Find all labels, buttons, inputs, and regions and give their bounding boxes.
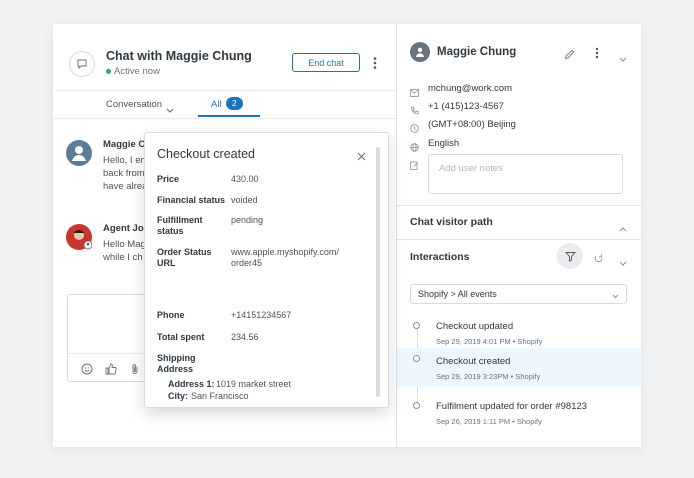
address-value: 1019 market street	[216, 379, 292, 389]
more-options-icon[interactable]	[595, 46, 599, 64]
field-label: Price	[157, 174, 180, 184]
event-filter-select[interactable]: Shopify > All events	[410, 284, 627, 304]
event-meta: Sep 26, 2019 1:11 PM • Shopify	[436, 417, 542, 426]
chevron-down-icon	[612, 291, 619, 301]
address-label: Address 1:	[168, 379, 215, 389]
event-filter-value: Shopify > All events	[418, 289, 497, 299]
popover-title: Checkout created	[157, 147, 255, 161]
globe-icon	[410, 139, 419, 157]
visitor-info-panel: Maggie Chung mchung@work.com +1 (415)123…	[397, 24, 641, 447]
visitor-avatar	[66, 140, 92, 166]
emoji-icon[interactable]	[81, 362, 93, 380]
message-author: Maggie C	[103, 139, 146, 150]
user-notes-input[interactable]: Add user notes	[428, 154, 623, 194]
note-icon	[410, 157, 419, 175]
user-avatar	[410, 42, 430, 62]
refresh-icon[interactable]	[593, 251, 604, 269]
phone-icon	[410, 102, 419, 120]
attachment-icon[interactable]	[129, 362, 141, 380]
tab-all[interactable]: All	[211, 99, 222, 110]
tab-all-count-badge: 2	[226, 97, 243, 110]
field-value: 234.56	[231, 332, 259, 342]
field-value: +14151234567	[231, 310, 292, 320]
field-label: Financial status	[157, 195, 226, 205]
event-meta: Sep 29, 2019 3:23PM • Shopify	[436, 372, 541, 381]
clock-icon	[410, 120, 419, 138]
section-title: Interactions	[410, 251, 470, 263]
end-chat-button[interactable]: End chat	[292, 53, 360, 72]
scrollbar[interactable]	[376, 147, 380, 397]
interaction-event-selected[interactable]: Checkout created Sep 29, 2019 3:23PM • S…	[397, 348, 641, 387]
field-label: Phone	[157, 310, 185, 320]
chat-status: Active now	[114, 66, 160, 77]
chat-header: Chat with Maggie Chung Active now End ch…	[53, 24, 396, 90]
field-value: 430.00	[231, 174, 259, 184]
chevron-down-icon[interactable]	[166, 101, 174, 119]
event-title: Fulfilment updated for order #98123	[436, 401, 588, 412]
timeline-dot	[413, 402, 420, 409]
event-title: Checkout updated	[436, 321, 514, 332]
field-value: voided	[231, 195, 258, 205]
field-label: Order Status URL	[157, 247, 212, 268]
section-title: Chat visitor path	[410, 216, 493, 228]
chevron-up-icon[interactable]	[619, 219, 627, 237]
online-status-icon	[106, 69, 111, 74]
message-author: Agent Jol	[103, 223, 147, 234]
visitor-phone: +1 (415)123-4567	[428, 101, 504, 112]
field-value: pending	[231, 215, 264, 225]
filter-icon[interactable]	[557, 243, 583, 269]
chevron-down-icon[interactable]	[619, 254, 627, 272]
thumbs-up-icon[interactable]	[105, 362, 117, 380]
agent-avatar	[66, 224, 93, 250]
visitor-timezone: (GMT+08:00) Beijing	[428, 119, 516, 130]
conversation-tabs: Conversation All 2	[53, 90, 396, 119]
address-value: San Francisco	[191, 391, 249, 401]
field-label: Shipping Address	[157, 353, 196, 374]
visitor-path-section[interactable]: Chat visitor path	[397, 205, 641, 240]
chevron-down-icon[interactable]	[619, 50, 627, 68]
active-tab-indicator	[198, 115, 260, 117]
tab-conversation[interactable]: Conversation	[106, 99, 162, 110]
visitor-language: English	[428, 138, 460, 149]
chat-title: Chat with Maggie Chung	[106, 49, 252, 63]
address-label: City:	[168, 391, 188, 401]
timeline-dot	[413, 322, 420, 329]
field-label: Total spent	[157, 332, 205, 342]
field-value-link[interactable]: www.apple.myshopify.com/ order45	[231, 247, 356, 269]
timeline-dot	[413, 355, 420, 362]
email-icon	[410, 84, 419, 102]
event-meta: Sep 29, 2019 4:01 PM • Shopify	[436, 337, 543, 346]
event-detail-popover: Checkout created Price 430.00 Financial …	[144, 132, 389, 408]
visitor-email: mchung@work.com	[428, 83, 513, 94]
edit-pencil-icon[interactable]	[564, 47, 575, 65]
visitor-name: Maggie Chung	[437, 46, 517, 58]
interaction-event[interactable]: Fulfilment updated for order #98123 Sep …	[397, 396, 641, 436]
field-label: Fulfillment status	[157, 215, 203, 236]
close-icon[interactable]	[357, 148, 366, 166]
event-title: Checkout created	[436, 356, 511, 367]
more-options-icon[interactable]	[373, 56, 377, 75]
chat-bubble-icon	[69, 51, 95, 77]
